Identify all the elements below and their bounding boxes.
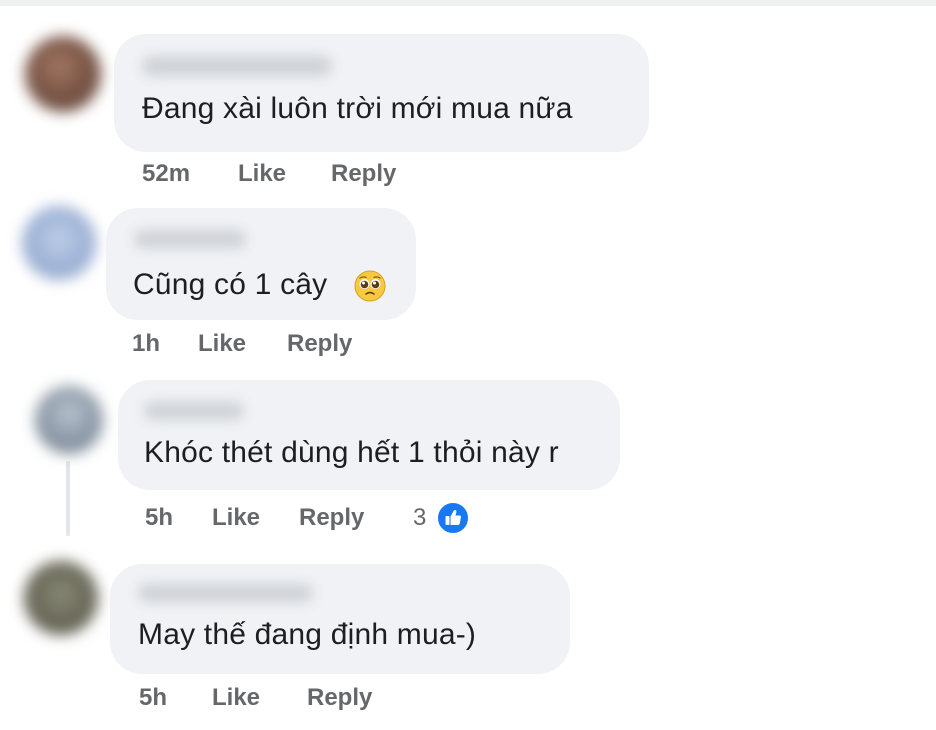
avatar[interactable] xyxy=(25,36,101,112)
reaction-count[interactable]: 3 xyxy=(413,504,426,532)
pleading-face-icon xyxy=(354,270,386,302)
avatar[interactable] xyxy=(22,206,96,280)
author-name[interactable] xyxy=(134,230,246,248)
author-name[interactable] xyxy=(144,402,244,420)
avatar[interactable] xyxy=(24,561,98,635)
comment-text: May thế đang định mua-) xyxy=(138,618,477,651)
avatar[interactable] xyxy=(35,386,103,454)
thumbs-up-icon xyxy=(445,510,461,525)
comment-text: Đang xài luôn trời mới mua nữa xyxy=(142,92,573,125)
reactions-summary[interactable] xyxy=(436,501,470,535)
like-button[interactable]: Like xyxy=(212,504,260,532)
timestamp[interactable]: 5h xyxy=(145,504,173,532)
reply-button[interactable]: Reply xyxy=(287,330,352,358)
timestamp[interactable]: 52m xyxy=(142,160,190,188)
author-name[interactable] xyxy=(138,584,313,602)
comment-text: Khóc thét dùng hết 1 thỏi này r xyxy=(144,436,559,469)
timestamp[interactable]: 5h xyxy=(139,684,167,712)
comment-bubble xyxy=(118,380,620,490)
comment-section: Đang xài luôn trời mới mua nữa 52m Like … xyxy=(0,0,936,730)
like-button[interactable]: Like xyxy=(238,160,286,188)
timestamp[interactable]: 1h xyxy=(132,330,160,358)
comment-bubble xyxy=(106,208,416,320)
thread-line xyxy=(66,461,70,536)
reply-button[interactable]: Reply xyxy=(307,684,372,712)
comment-text: Cũng có 1 cây xyxy=(133,268,328,301)
reply-button[interactable]: Reply xyxy=(299,504,364,532)
reply-button[interactable]: Reply xyxy=(331,160,396,188)
author-name[interactable] xyxy=(142,56,332,76)
like-button[interactable]: Like xyxy=(212,684,260,712)
like-button[interactable]: Like xyxy=(198,330,246,358)
